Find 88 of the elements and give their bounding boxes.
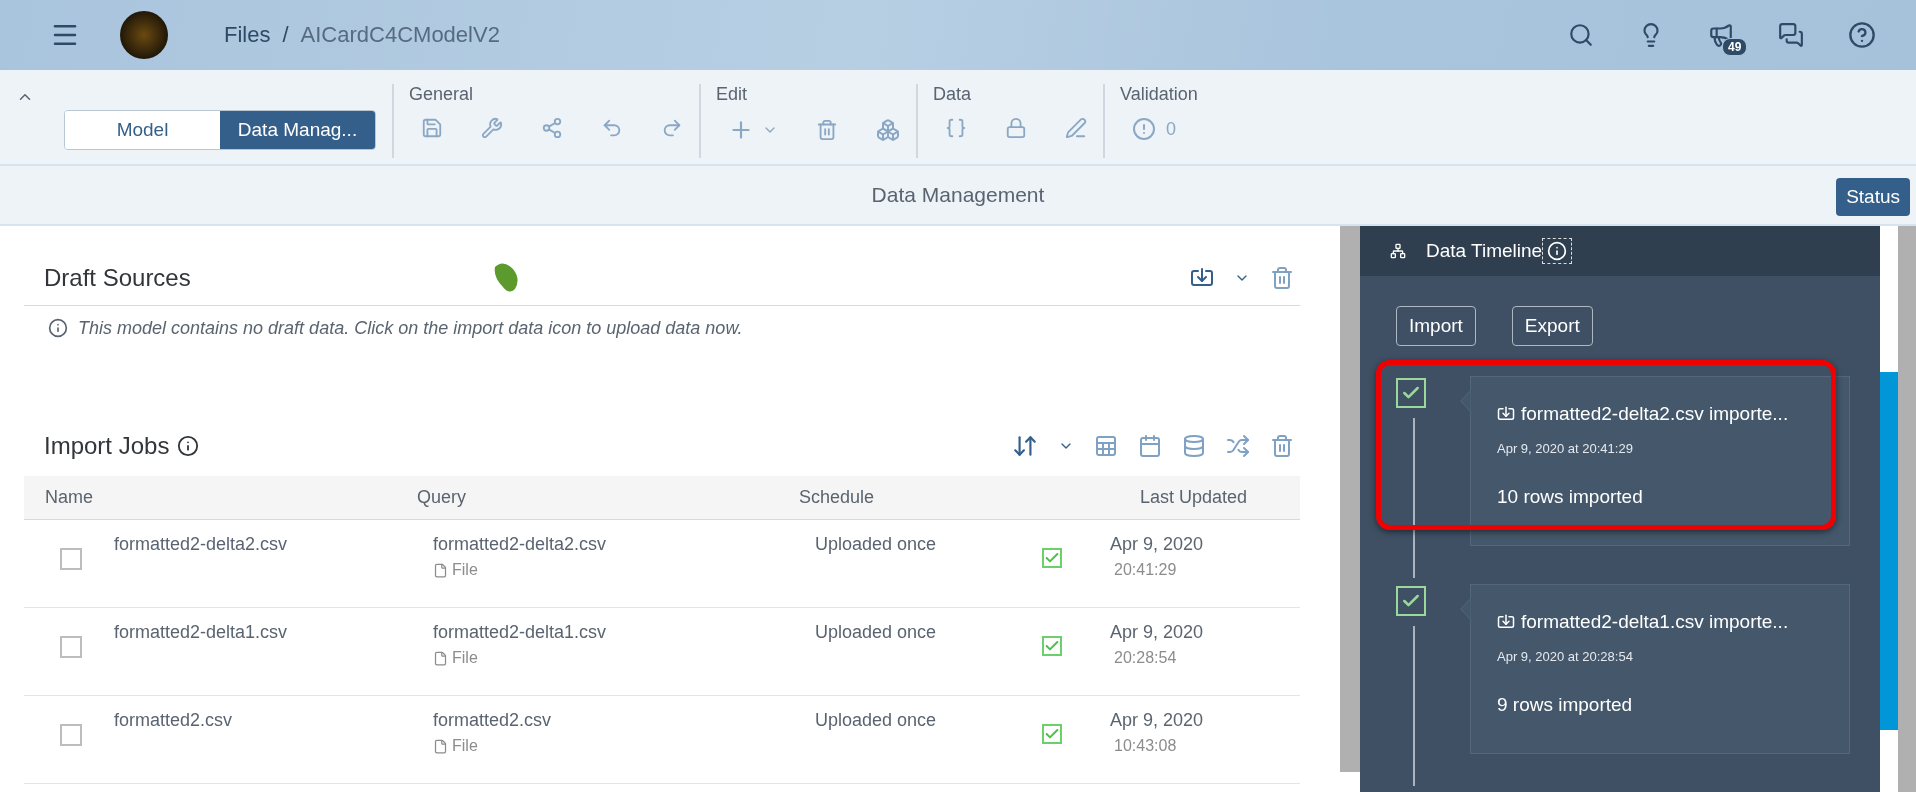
group-title: Validation	[1120, 84, 1198, 105]
table-row[interactable]: formatted2.csv formatted2.csv File Uploaded once Apr 9, 2020 10:43:08	[24, 696, 1300, 784]
timestamp: Apr 9, 2020 at 20:41:29	[1497, 441, 1634, 456]
table-cell-text: Apr 9, 2020	[1110, 534, 1205, 555]
table-cell-text: Uploaded once	[814, 710, 938, 732]
status-button[interactable]: Status	[1836, 178, 1910, 216]
table-cell-text: formatted2.csv	[114, 710, 234, 732]
help-icon[interactable]	[1848, 21, 1876, 49]
table-cell-text: formatted2-delta1.csv	[433, 622, 608, 643]
breadcrumb-separator: /	[282, 22, 289, 48]
table-cell-text: formatted2-delta2.csv	[433, 534, 608, 555]
column-header[interactable]: Last Updated	[1113, 487, 1300, 508]
chat-icon[interactable]	[1778, 22, 1804, 48]
column-header[interactable]: Query	[417, 487, 799, 508]
row-checkbox[interactable]	[60, 548, 82, 570]
group-title: Edit	[716, 84, 749, 105]
table-cell-text: Uploaded once	[814, 622, 938, 644]
breadcrumb-item[interactable]: Files	[224, 22, 271, 48]
query-type: File	[452, 737, 478, 755]
section-title: Import Jobs	[44, 432, 170, 460]
wrench-icon[interactable]	[481, 117, 503, 139]
lock-icon[interactable]	[1005, 117, 1027, 139]
card-title: formatted2-delta1.csv importe...	[1521, 611, 1789, 633]
shuffle-icon[interactable]	[1226, 434, 1250, 458]
table-cell-text: formatted2-delta2.csv	[114, 534, 289, 556]
time-text: 20:28:54	[1113, 649, 1178, 667]
view-tab[interactable]: Data Manag...	[220, 111, 375, 149]
info-icon	[48, 318, 68, 338]
card-title: formatted2-delta2.csv importe...	[1521, 403, 1789, 425]
row-checkbox[interactable]	[60, 636, 82, 658]
table-cell-text: Apr 9, 2020	[1110, 710, 1205, 731]
info-icon[interactable]	[177, 435, 200, 457]
card-summary: 10 rows imported	[1497, 486, 1644, 508]
breadcrumb-item: AICardC4CModelV2	[300, 22, 500, 48]
file-icon	[433, 650, 448, 666]
view-tab[interactable]: Model	[65, 111, 220, 149]
panel-button[interactable]: Export	[1511, 306, 1593, 346]
notification-badge: 49	[1722, 38, 1748, 56]
undo-icon[interactable]	[601, 117, 623, 139]
timeline-card[interactable]: formatted2-delta1.csv importe... Apr 9, 2020 at 20:28:54 9 rows imported	[1470, 584, 1850, 754]
braces-icon[interactable]	[945, 117, 967, 139]
table-cell-text: Apr 9, 2020	[1110, 622, 1205, 643]
query-type: File	[452, 561, 478, 579]
table-row[interactable]: formatted2-delta1.csv formatted2-delta1.csv File Uploaded once Apr 9, 2020 20:28:54	[24, 608, 1300, 696]
timeline-icon	[1390, 243, 1406, 259]
card-pointer	[1460, 390, 1471, 412]
import-icon	[1497, 613, 1515, 631]
file-icon	[433, 738, 448, 754]
time-text: 10:43:08	[1113, 737, 1178, 755]
delete-icon[interactable]	[1270, 434, 1294, 458]
database-icon[interactable]	[1182, 434, 1206, 458]
page-title: Data Management	[871, 183, 1045, 207]
share-icon[interactable]	[541, 117, 563, 139]
scrollbar-thumb[interactable]	[1880, 372, 1898, 730]
group-title: General	[409, 84, 475, 105]
delete-icon[interactable]	[816, 119, 838, 141]
query-type: File	[452, 649, 478, 667]
timestamp: Apr 9, 2020 at 20:28:54	[1497, 649, 1634, 664]
panel-button[interactable]: Import	[1396, 306, 1476, 346]
table-cell-text: Uploaded once	[814, 534, 938, 556]
table-cell-text: formatted2.csv	[433, 710, 553, 731]
table-edit-icon[interactable]	[1094, 434, 1118, 458]
delete-icon[interactable]	[1270, 265, 1294, 290]
logo-icon[interactable]	[120, 11, 168, 59]
import-icon	[1497, 405, 1515, 423]
card-summary: 9 rows imported	[1497, 694, 1634, 716]
section-title: Draft Sources	[44, 263, 191, 292]
column-header[interactable]: Name	[24, 487, 417, 508]
cubes-icon[interactable]	[876, 118, 900, 142]
warning-icon[interactable]	[1132, 117, 1156, 141]
table-cell-text: formatted2-delta1.csv	[114, 622, 289, 644]
group-title: Data	[933, 84, 973, 105]
timeline-card[interactable]: formatted2-delta2.csv importe... Apr 9, 2020 at 20:41:29 10 rows imported	[1470, 376, 1850, 546]
panel-title: Data Timeline	[1426, 240, 1543, 262]
issue-count: 0	[1166, 118, 1176, 140]
redo-icon[interactable]	[661, 117, 683, 139]
row-checkbox[interactable]	[60, 724, 82, 746]
save-icon[interactable]	[421, 117, 443, 139]
column-header[interactable]: Schedule	[799, 487, 1113, 508]
pen-icon[interactable]	[1065, 117, 1087, 139]
card-pointer	[1460, 598, 1471, 620]
calendar-icon[interactable]	[1138, 434, 1162, 458]
info-message: This model contains no draft data. Click on the import data icon to upload data now.	[78, 318, 743, 339]
file-icon	[433, 562, 448, 578]
sort-icon[interactable]	[1012, 433, 1038, 459]
search-icon[interactable]	[1568, 22, 1594, 48]
table-row[interactable]: formatted2-delta2.csv formatted2-delta2.csv File Uploaded once Apr 9, 2020 20:41:29	[24, 520, 1300, 608]
time-text: 20:41:29	[1113, 561, 1178, 579]
